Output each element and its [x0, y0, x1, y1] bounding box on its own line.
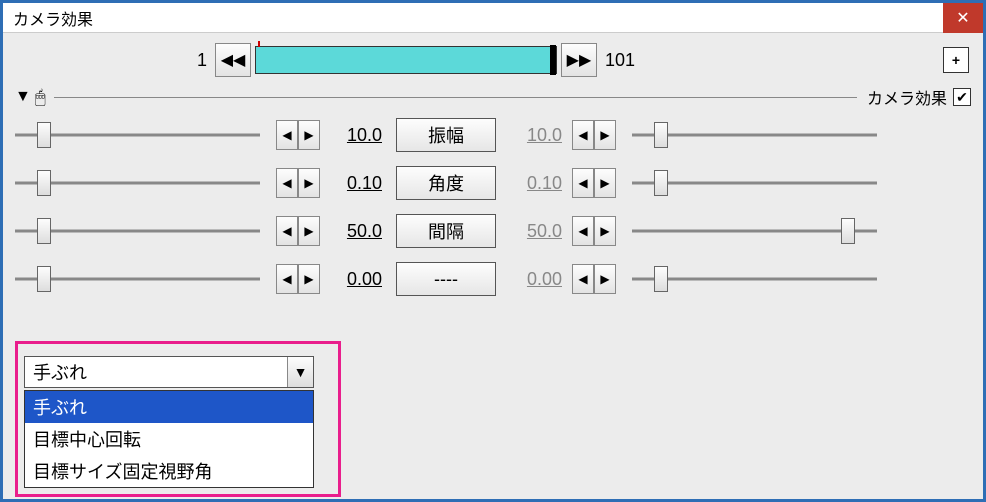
rewind-button[interactable]: ◀◀ [215, 43, 251, 77]
mouse-icon: 🖱 [35, 87, 46, 108]
frame-end[interactable]: 101 [597, 50, 643, 71]
spinner-dec-button[interactable]: ◀ [572, 168, 594, 198]
rewind-icon: ◀◀ [221, 50, 246, 70]
close-button[interactable]: ✕ [943, 3, 983, 33]
value-right[interactable]: 50.0 [506, 221, 566, 242]
combo-option[interactable]: 手ぶれ [25, 391, 313, 423]
forward-button[interactable]: ▶▶ [561, 43, 597, 77]
spinner-inc-button[interactable]: ▶ [594, 120, 616, 150]
slider-right[interactable] [632, 271, 877, 287]
spinner-dec-button[interactable]: ◀ [572, 264, 594, 294]
combo-selected-text: 手ぶれ [25, 359, 287, 385]
value-right[interactable]: 10.0 [506, 125, 566, 146]
spinner-right: ◀ ▶ [572, 216, 616, 246]
param-label-button[interactable]: 振幅 [396, 118, 496, 152]
content-area: 1 ◀◀ ▶▶ 101 + ▼ 🖱 カメラ効果 ✔ ◀ ▶ 10.0 振幅 10… [3, 33, 983, 499]
add-button[interactable]: + [943, 47, 969, 73]
value-right[interactable]: 0.10 [506, 173, 566, 194]
value-right[interactable]: 0.00 [506, 269, 566, 290]
spinner-left: ◀ ▶ [276, 168, 320, 198]
chevron-down-icon: ▼ [294, 364, 308, 380]
param-label-button[interactable]: 間隔 [396, 214, 496, 248]
param-row: ◀ ▶ 0.00 ---- 0.00 ◀ ▶ [3, 255, 983, 303]
plus-icon: + [952, 52, 960, 68]
effect-checkbox-label: カメラ効果 [867, 85, 947, 109]
value-left[interactable]: 0.10 [326, 173, 386, 194]
param-row: ◀ ▶ 50.0 間隔 50.0 ◀ ▶ [3, 207, 983, 255]
spinner-right: ◀ ▶ [572, 168, 616, 198]
slider-right[interactable] [632, 127, 877, 143]
spinner-inc-button[interactable]: ▶ [594, 216, 616, 246]
combo-dropdown-button[interactable]: ▼ [287, 357, 313, 387]
spinner-dec-button[interactable]: ◀ [572, 216, 594, 246]
spinner-inc-button[interactable]: ▶ [594, 168, 616, 198]
slider-right[interactable] [632, 223, 877, 239]
spinner-inc-button[interactable]: ▶ [298, 168, 320, 198]
window-title: カメラ効果 [13, 6, 93, 30]
value-left[interactable]: 0.00 [326, 269, 386, 290]
slider-right[interactable] [632, 175, 877, 191]
combo-dropdown-list: 手ぶれ 目標中心回転 目標サイズ固定視野角 [24, 390, 314, 488]
slider-left[interactable] [15, 175, 260, 191]
spinner-dec-button[interactable]: ◀ [276, 264, 298, 294]
spinner-dec-button[interactable]: ◀ [572, 120, 594, 150]
close-icon: ✕ [956, 8, 969, 28]
spinner-inc-button[interactable]: ▶ [594, 264, 616, 294]
section-header: ▼ 🖱 カメラ効果 ✔ [3, 81, 983, 111]
param-label-button[interactable]: 角度 [396, 166, 496, 200]
divider [54, 97, 857, 98]
param-label-button[interactable]: ---- [396, 262, 496, 296]
value-left[interactable]: 50.0 [326, 221, 386, 242]
spinner-dec-button[interactable]: ◀ [276, 168, 298, 198]
spinner-right: ◀ ▶ [572, 264, 616, 294]
spinner-right: ◀ ▶ [572, 120, 616, 150]
param-row: ◀ ▶ 0.10 角度 0.10 ◀ ▶ [3, 159, 983, 207]
spinner-left: ◀ ▶ [276, 120, 320, 150]
camera-effect-window: カメラ効果 ✕ 1 ◀◀ ▶▶ 101 + ▼ 🖱 カメラ効果 ✔ ◀ ▶ 10… [0, 0, 986, 502]
timeline-track[interactable] [255, 46, 557, 74]
collapse-toggle[interactable]: ▼ [15, 88, 31, 106]
value-left[interactable]: 10.0 [326, 125, 386, 146]
spinner-dec-button[interactable]: ◀ [276, 120, 298, 150]
slider-left[interactable] [15, 271, 260, 287]
spinner-inc-button[interactable]: ▶ [298, 264, 320, 294]
timeline-end-cap [550, 45, 556, 75]
slider-left[interactable] [15, 127, 260, 143]
title-bar: カメラ効果 ✕ [3, 3, 983, 33]
check-icon: ✔ [956, 89, 968, 106]
timeline-row: 1 ◀◀ ▶▶ 101 + [3, 33, 983, 81]
forward-icon: ▶▶ [567, 50, 592, 70]
combo-option[interactable]: 目標中心回転 [25, 423, 313, 455]
spinner-left: ◀ ▶ [276, 264, 320, 294]
slider-left[interactable] [15, 223, 260, 239]
effect-type-combo[interactable]: 手ぶれ ▼ [24, 356, 314, 388]
spinner-inc-button[interactable]: ▶ [298, 120, 320, 150]
spinner-left: ◀ ▶ [276, 216, 320, 246]
spinner-dec-button[interactable]: ◀ [276, 216, 298, 246]
spinner-inc-button[interactable]: ▶ [298, 216, 320, 246]
highlighted-combo-area: 手ぶれ ▼ 手ぶれ 目標中心回転 目標サイズ固定視野角 [15, 341, 341, 497]
frame-start[interactable]: 1 [15, 50, 215, 71]
effect-checkbox[interactable]: ✔ [953, 88, 971, 106]
combo-option[interactable]: 目標サイズ固定視野角 [25, 455, 313, 487]
param-row: ◀ ▶ 10.0 振幅 10.0 ◀ ▶ [3, 111, 983, 159]
